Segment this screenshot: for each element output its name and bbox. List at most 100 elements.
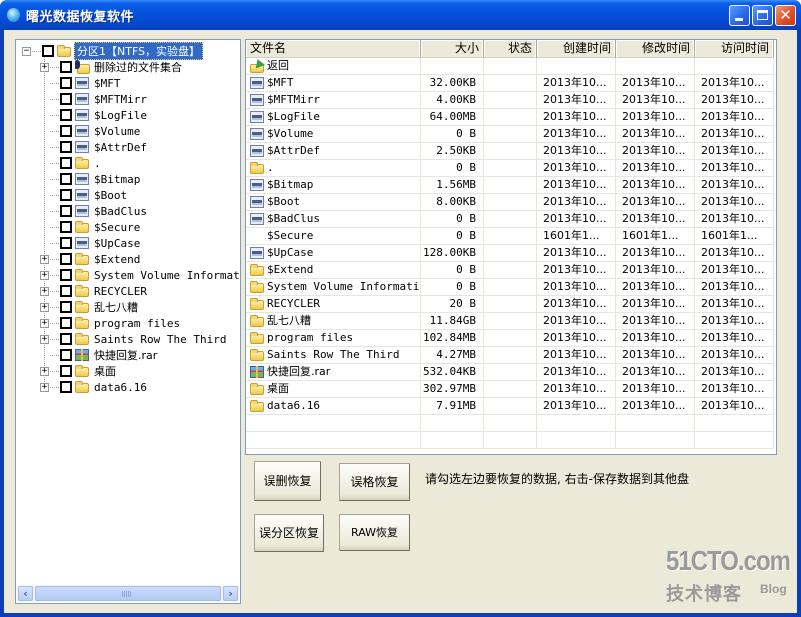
file-row[interactable]: . 0 B 2013年10... 2013年10... 2013年10... — [246, 160, 774, 177]
column-header[interactable]: 访问时间 — [695, 40, 774, 58]
raw-recovery-button[interactable]: RAW恢复 — [339, 514, 410, 551]
tree-item[interactable]: + data6.16 — [40, 379, 149, 395]
file-row[interactable]: System Volume Information 0 B 2013年10... 20… — [246, 279, 774, 296]
checkbox[interactable] — [60, 365, 72, 377]
tree-item-label: $MFT — [94, 76, 121, 90]
tree-item[interactable]: . — [40, 155, 103, 171]
checkbox[interactable] — [60, 349, 72, 361]
tree-item[interactable]: $Secure — [40, 219, 142, 235]
checkbox[interactable] — [60, 269, 72, 281]
column-header[interactable]: 大小 — [421, 40, 484, 58]
scroll-thumb[interactable] — [35, 586, 221, 601]
checkbox[interactable] — [60, 333, 72, 345]
minimize-button[interactable] — [729, 5, 750, 26]
tree-item[interactable]: 快捷回复.rar — [40, 347, 159, 363]
checkbox[interactable] — [60, 61, 72, 73]
tree-root[interactable]: − 分区1【NTFS，实验盘】 — [22, 42, 204, 60]
tree-item[interactable]: $AttrDef — [40, 139, 149, 155]
scroll-right-button[interactable]: › — [223, 586, 238, 601]
tree-horizontal-scrollbar[interactable]: ‹ › — [17, 585, 239, 602]
tree-item[interactable]: $BadClus — [40, 203, 149, 219]
file-row[interactable]: $MFT 32.00KB 2013年10... 2013年10... 2013年10..… — [246, 75, 774, 92]
tree-item[interactable]: $Bitmap — [40, 171, 142, 187]
title-bar[interactable]: 曙光数据恢复软件 ✕ — [0, 0, 801, 30]
expand-icon[interactable]: + — [40, 254, 49, 264]
file-row[interactable]: $MFTMirr 4.00KB 2013年10... 2013年10... 2013年1… — [246, 92, 774, 109]
checkbox[interactable] — [60, 173, 72, 185]
expand-icon[interactable]: + — [40, 62, 49, 72]
expand-icon[interactable]: + — [40, 366, 49, 376]
file-row[interactable]: $Secure 0 B 1601年1... 1601年1... 1601年1... — [246, 228, 774, 245]
file-row[interactable]: $Bitmap 1.56MB 2013年10... 2013年10... 2013年10… — [246, 177, 774, 194]
expand-icon[interactable]: + — [40, 302, 49, 312]
file-row[interactable]: $Boot 8.00KB 2013年10... 2013年10... 2013年10..… — [246, 194, 774, 211]
expand-icon[interactable]: + — [40, 270, 49, 280]
column-header[interactable]: 创建时间 — [537, 40, 616, 58]
tree-item[interactable]: + 桌面 — [40, 363, 118, 379]
tree-item[interactable]: + System Volume Information — [40, 267, 240, 283]
checkbox[interactable] — [60, 285, 72, 297]
file-list[interactable]: 文件名 大小 状态 创建时间 修改时间 访问时间 返回 $MFT 32.00KB 2013年10… — [245, 39, 777, 455]
tree-item[interactable]: $UpCase — [40, 235, 142, 251]
tree-item[interactable]: $Volume — [40, 123, 142, 139]
checkbox[interactable] — [60, 381, 72, 393]
maximize-button[interactable] — [752, 5, 773, 26]
file-name: program files — [267, 331, 354, 344]
file-row[interactable]: 乱七八糟 11.84GB 2013年10... 2013年10... 2013年10..… — [246, 313, 774, 330]
undelete-button[interactable]: 误删恢复 — [254, 461, 321, 501]
file-row[interactable]: $Volume 0 B 2013年10... 2013年10... 2013年10... — [246, 126, 774, 143]
tree-item[interactable]: + RECYCLER — [40, 283, 149, 299]
cell-value: 64.00MB — [429, 110, 476, 123]
tree-item[interactable]: $MFTMirr — [40, 91, 149, 107]
expand-icon[interactable]: + — [40, 286, 49, 296]
collapse-icon[interactable]: − — [22, 46, 31, 56]
tree-item[interactable]: $Boot — [40, 187, 129, 203]
cell-value: 128.00KB — [423, 246, 476, 259]
expand-icon[interactable]: + — [40, 318, 49, 328]
checkbox[interactable] — [60, 221, 72, 233]
tree-item[interactable]: + program files — [40, 315, 182, 331]
file-row[interactable]: Saints Row The Third 4.27MB 2013年10... 2013… — [246, 347, 774, 364]
tree-item[interactable]: $MFT — [40, 75, 123, 91]
file-row[interactable]: 快捷回复.rar 532.04KB 2013年10... 2013年10... 2013… — [246, 364, 774, 381]
checkbox[interactable] — [60, 125, 72, 137]
file-row[interactable]: $AttrDef 2.50KB 2013年10... 2013年10... 2013年1… — [246, 143, 774, 160]
tree-item[interactable]: + 乱七八糟 — [40, 299, 140, 315]
scroll-left-button[interactable]: ‹ — [18, 586, 33, 601]
file-row[interactable]: $BadClus 0 B 2013年10... 2013年10... 2013年10..… — [246, 211, 774, 228]
checkbox[interactable] — [60, 141, 72, 153]
file-row[interactable]: 返回 — [246, 58, 774, 75]
checkbox[interactable] — [60, 205, 72, 217]
checkbox[interactable] — [60, 189, 72, 201]
column-header[interactable]: 修改时间 — [616, 40, 695, 58]
checkbox[interactable] — [60, 253, 72, 265]
unformat-button[interactable]: 误格恢复 — [339, 463, 410, 501]
file-row[interactable]: $UpCase 128.00KB 2013年10... 2013年10... 2013年… — [246, 245, 774, 262]
tree-item[interactable]: + Saints Row The Third — [40, 331, 228, 347]
file-row[interactable]: data6.16 7.91MB 2013年10... 2013年10... 2013年1… — [246, 398, 774, 415]
checkbox[interactable] — [60, 109, 72, 121]
cell-modified — [616, 432, 695, 448]
checkbox[interactable] — [60, 317, 72, 329]
file-row[interactable]: program files 102.84MB 2013年10... 2013年10..… — [246, 330, 774, 347]
folder-tree[interactable]: ‹ › − 分区1【NTFS，实验盘】 + 删除过的文件集合 $MFT $MFTMirr $… — [15, 39, 241, 604]
file-row[interactable]: $Extend 0 B 2013年10... 2013年10... 2013年10... — [246, 262, 774, 279]
expand-icon[interactable]: + — [40, 382, 49, 392]
expand-icon[interactable]: + — [40, 334, 49, 344]
checkbox[interactable] — [60, 237, 72, 249]
file-row[interactable]: $LogFile 64.00MB 2013年10... 2013年10... 2013年… — [246, 109, 774, 126]
tree-item[interactable]: + $Extend — [40, 251, 142, 267]
tree-item[interactable]: + 删除过的文件集合 — [40, 59, 184, 75]
checkbox[interactable] — [60, 301, 72, 313]
file-row[interactable]: RECYCLER 20 B 2013年10... 2013年10... 2013年10.… — [246, 296, 774, 313]
checkbox[interactable] — [60, 157, 72, 169]
tree-item[interactable]: $LogFile — [40, 107, 149, 123]
close-button[interactable]: ✕ — [775, 5, 796, 26]
checkbox[interactable] — [42, 45, 54, 57]
partition-recovery-button[interactable]: 误分区恢复 — [254, 514, 324, 552]
checkbox[interactable] — [60, 93, 72, 105]
column-header[interactable]: 文件名 — [246, 40, 421, 58]
column-header[interactable]: 状态 — [484, 40, 537, 58]
checkbox[interactable] — [60, 77, 72, 89]
file-row[interactable]: 桌面 302.97MB 2013年10... 2013年10... 2013年10... — [246, 381, 774, 398]
